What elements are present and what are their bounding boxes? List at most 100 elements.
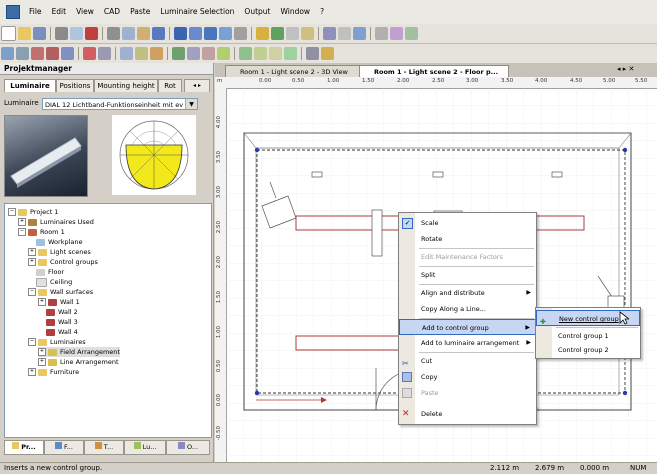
- menu-item-cut[interactable]: ✂ Cut: [399, 353, 536, 369]
- arrange-icon[interactable]: [239, 47, 252, 60]
- collapse-icon[interactable]: −: [18, 228, 26, 236]
- tree-item-project[interactable]: − Project 1: [8, 207, 58, 217]
- menu-item-split[interactable]: Split: [399, 267, 536, 283]
- paste-icon[interactable]: [137, 27, 150, 40]
- tree-item-line-arrangement[interactable]: + Line Arrangement: [38, 357, 119, 367]
- expand-icon[interactable]: +: [38, 298, 46, 306]
- calculate-icon[interactable]: [256, 27, 269, 40]
- tree-item-wall-surfaces[interactable]: − Wall surfaces: [28, 287, 93, 297]
- tab-luminaires[interactable]: Lu...: [124, 440, 166, 455]
- tab-project[interactable]: Pr...: [4, 440, 44, 455]
- walk-icon[interactable]: [172, 47, 185, 60]
- arrangement-handle[interactable]: [622, 147, 628, 153]
- magnet-icon[interactable]: [83, 47, 96, 60]
- room-icon[interactable]: [174, 27, 187, 40]
- label-tool-icon[interactable]: [321, 47, 334, 60]
- select-tool-icon[interactable]: [1, 47, 14, 60]
- view-icon[interactable]: [405, 27, 418, 40]
- menu-item-rotate[interactable]: Rotate: [399, 231, 536, 247]
- tab-files[interactable]: F...: [44, 440, 84, 455]
- tab-tools[interactable]: T...: [84, 440, 124, 455]
- lightbulb-icon[interactable]: [271, 27, 284, 40]
- measure-tool-icon[interactable]: [306, 47, 319, 60]
- tree-item-wall-4[interactable]: Wall 4: [46, 327, 78, 337]
- expand-icon[interactable]: +: [28, 258, 36, 266]
- tree-item-luminaires[interactable]: − Luminaires: [28, 337, 86, 347]
- floor-plan-icon[interactable]: [219, 27, 232, 40]
- ceiling-luminaire[interactable]: [311, 171, 323, 178]
- tab-positions[interactable]: Positions: [56, 79, 94, 92]
- undo-icon[interactable]: [152, 27, 165, 40]
- tab-scroll-arrows[interactable]: ◂ ▸: [184, 79, 210, 92]
- menu-item-align-distribute[interactable]: Align and distribute ▶: [399, 285, 536, 301]
- camera-icon[interactable]: [202, 47, 215, 60]
- tree-item-control-groups[interactable]: + Control groups: [28, 257, 98, 267]
- polygon-tool-icon[interactable]: [150, 47, 163, 60]
- open-folder-icon[interactable]: [18, 27, 31, 40]
- circle-arrangement-icon[interactable]: [284, 47, 297, 60]
- menu-file[interactable]: File: [24, 0, 47, 24]
- tab-objects[interactable]: O...: [166, 440, 210, 455]
- menu-paste[interactable]: Paste: [125, 0, 155, 24]
- copy-icon[interactable]: [122, 27, 135, 40]
- rect-tool-icon[interactable]: [135, 47, 148, 60]
- mirror-tool-icon[interactable]: [61, 47, 74, 60]
- tab-bar-controls[interactable]: ◂ ▸ ✕: [617, 65, 653, 73]
- print-icon[interactable]: [55, 27, 68, 40]
- arrangement-handle[interactable]: [254, 147, 260, 153]
- collapse-icon[interactable]: −: [28, 338, 36, 346]
- menu-view[interactable]: View: [71, 0, 99, 24]
- tab-mounting-height[interactable]: Mounting height: [94, 79, 158, 92]
- menu-luminaire-selection[interactable]: Luminaire Selection: [155, 0, 239, 24]
- menu-cad[interactable]: CAD: [99, 0, 125, 24]
- measure-icon[interactable]: [286, 27, 299, 40]
- luminaire-dropdown[interactable]: DIAL 12 Lichtband-Funktionseinheit mit e…: [42, 98, 198, 110]
- collapse-icon[interactable]: −: [28, 288, 36, 296]
- pdf-icon[interactable]: [85, 27, 98, 40]
- tree-item-field-arrangement[interactable]: + Field Arrangement: [38, 347, 120, 357]
- menu-item-scale[interactable]: ✓ Scale: [399, 215, 536, 231]
- menu-item-copy[interactable]: Copy: [399, 369, 536, 385]
- tree-item-luminaires-used[interactable]: + Luminaires Used: [18, 217, 94, 227]
- chevron-down-icon[interactable]: ▼: [185, 99, 197, 109]
- menu-item-copy-along-line[interactable]: Copy Along a Line...: [399, 301, 536, 317]
- tree-item-ceiling[interactable]: Ceiling: [36, 277, 72, 287]
- menu-window[interactable]: Window: [275, 0, 315, 24]
- expand-icon[interactable]: +: [18, 218, 26, 226]
- tree-item-light-scenes[interactable]: + Light scenes: [28, 247, 91, 257]
- menu-item-delete[interactable]: ✕ Delete: [399, 406, 536, 422]
- color-icon[interactable]: [390, 27, 403, 40]
- preview-icon[interactable]: [70, 27, 83, 40]
- line-arrangement-icon[interactable]: [269, 47, 282, 60]
- tree-item-wall-3[interactable]: Wall 3: [46, 317, 78, 327]
- arrangement-handle[interactable]: [254, 390, 260, 396]
- menu-output[interactable]: Output: [239, 0, 275, 24]
- light-icon[interactable]: [217, 47, 230, 60]
- tree-item-workplane[interactable]: Workplane: [36, 237, 83, 247]
- tree-item-floor[interactable]: Floor: [36, 267, 64, 277]
- rotate-tool-icon[interactable]: [31, 47, 44, 60]
- ceiling-luminaire[interactable]: [432, 171, 444, 178]
- cut-icon[interactable]: [107, 27, 120, 40]
- furniture-cabinet[interactable]: [371, 209, 383, 257]
- pan-icon[interactable]: [338, 27, 351, 40]
- select-icon[interactable]: [301, 27, 314, 40]
- menu-edit[interactable]: Edit: [47, 0, 72, 24]
- arrangement-handle[interactable]: [622, 390, 628, 396]
- fit-icon[interactable]: [353, 27, 366, 40]
- new-file-icon[interactable]: [1, 26, 16, 41]
- tab-rotation[interactable]: Rot: [158, 79, 182, 92]
- tree-item-wall-1[interactable]: + Wall 1: [38, 297, 80, 307]
- expand-icon[interactable]: +: [28, 368, 36, 376]
- ceiling-icon[interactable]: [189, 27, 202, 40]
- tree-item-room[interactable]: − Room 1: [18, 227, 65, 237]
- menu-help[interactable]: ?: [315, 0, 329, 24]
- line-tool-icon[interactable]: [120, 47, 133, 60]
- tab-luminaire[interactable]: Luminaire: [4, 79, 56, 92]
- view-3d-icon[interactable]: [204, 27, 217, 40]
- floor-plan-canvas[interactable]: m 0.00 0.50 1.00 1.50 2.00 2.50 3.00 3.5…: [215, 77, 657, 462]
- scale-tool-icon[interactable]: [46, 47, 59, 60]
- menu-item-add-to-control-group[interactable]: Add to control group ▶: [399, 319, 536, 335]
- collapse-icon[interactable]: −: [8, 208, 16, 216]
- grid-icon[interactable]: [234, 27, 247, 40]
